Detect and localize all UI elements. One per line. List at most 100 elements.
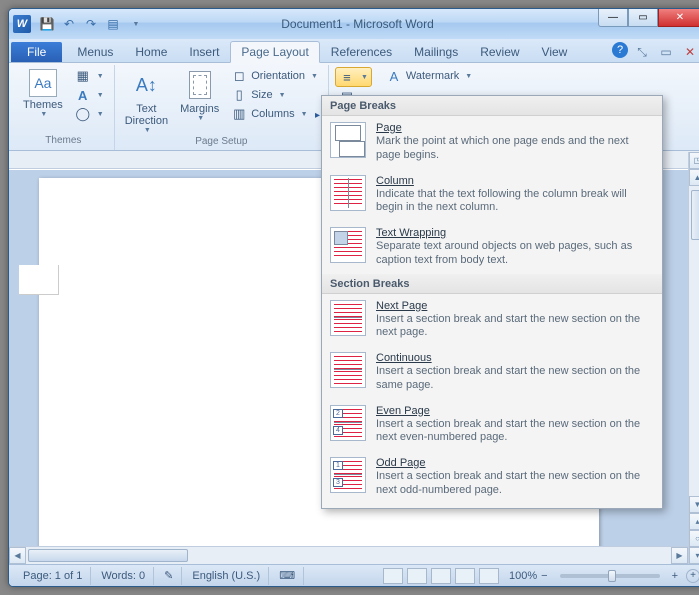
tab-view[interactable]: View xyxy=(531,41,579,62)
tab-mailings[interactable]: Mailings xyxy=(403,41,469,62)
break-text-wrapping-item[interactable]: Text Wrapping Separate text around objec… xyxy=(322,221,662,274)
item-desc: Separate text around objects on web page… xyxy=(376,240,654,268)
theme-fonts-button[interactable]: A▼ xyxy=(71,86,108,104)
selected-arrow-icon: ▸ xyxy=(315,110,320,121)
bullets-icon[interactable]: ▤ xyxy=(103,14,123,34)
zoom-in-button[interactable]: + xyxy=(672,570,678,582)
browse-object-icon[interactable]: ○ xyxy=(689,530,699,547)
watermark-button[interactable]: AWatermark▼ xyxy=(382,67,476,85)
item-desc: Insert a section break and start the new… xyxy=(376,418,654,446)
section-continuous-item[interactable]: Continuous Insert a section break and st… xyxy=(322,346,662,399)
close-doc-icon[interactable]: ✕ xyxy=(680,42,699,62)
zoom-out-button[interactable]: − xyxy=(541,570,547,582)
zoom-level[interactable]: 100% xyxy=(509,570,537,582)
tab-home[interactable]: Home xyxy=(124,41,178,62)
margins-button[interactable]: Margins ▼ xyxy=(176,67,223,136)
tab-page-layout[interactable]: Page Layout xyxy=(230,41,319,63)
size-button[interactable]: ▯Size▼ xyxy=(227,86,322,104)
item-title: Continuous xyxy=(376,352,654,364)
group-label: Themes xyxy=(19,135,108,148)
proofing-icon[interactable]: ✎ xyxy=(156,567,182,585)
item-desc: Insert a section break and start the new… xyxy=(376,365,654,393)
chevron-down-icon: ▼ xyxy=(197,115,204,122)
item-desc: Insert a section break and start the new… xyxy=(376,470,654,498)
text-direction-icon: A↕ xyxy=(130,69,162,101)
page-indicator[interactable]: Page: 1 of 1 xyxy=(15,567,91,585)
file-tab[interactable]: File xyxy=(11,42,62,62)
item-title: Next Page xyxy=(376,300,654,312)
fullscreen-view-icon[interactable] xyxy=(407,568,427,584)
break-page-item[interactable]: Page Mark the point at which one page en… xyxy=(322,116,662,169)
themes-button[interactable]: Aa Themes ▼ xyxy=(19,67,67,135)
word-count[interactable]: Words: 0 xyxy=(93,567,154,585)
minimize-button[interactable]: — xyxy=(598,9,628,27)
break-column-item[interactable]: Column Indicate that the text following … xyxy=(322,169,662,222)
section-odd-page-item[interactable]: 1 3 Odd Page Insert a section break and … xyxy=(322,451,662,504)
window-controls: — ▭ ✕ xyxy=(598,9,699,27)
ruler-toggle-icon[interactable]: ◳ xyxy=(689,152,699,169)
tab-insert[interactable]: Insert xyxy=(178,41,230,62)
odd-page-section-icon: 1 3 xyxy=(330,457,366,493)
scroll-thumb[interactable] xyxy=(28,549,188,562)
section-even-page-item[interactable]: 2 4 Even Page Insert a section break and… xyxy=(322,399,662,452)
theme-effects-button[interactable]: ◯▼ xyxy=(71,105,108,123)
scroll-thumb[interactable] xyxy=(691,190,699,240)
minimize-ribbon-icon[interactable]: ⤡ xyxy=(632,42,652,62)
item-title: Column xyxy=(376,175,654,187)
tab-references[interactable]: References xyxy=(320,41,403,62)
titlebar: W 💾 ↶ ↷ ▤ ▼ Document1 - Microsoft Word —… xyxy=(9,9,699,39)
draft-view-icon[interactable] xyxy=(479,568,499,584)
save-icon[interactable]: 💾 xyxy=(37,14,57,34)
margins-icon xyxy=(184,69,216,101)
undo-icon[interactable]: ↶ xyxy=(59,14,79,34)
text-direction-button[interactable]: A↕ TextDirection ▼ xyxy=(121,67,172,136)
dropdown-section-header: Page Breaks xyxy=(322,96,662,116)
tab-review[interactable]: Review xyxy=(469,41,530,62)
breaks-dropdown: Page Breaks Page Mark the point at which… xyxy=(321,95,663,509)
web-layout-view-icon[interactable] xyxy=(431,568,451,584)
insert-mode-icon[interactable]: ⌨ xyxy=(271,567,304,585)
item-desc: Insert a section break and start the new… xyxy=(376,313,654,341)
scroll-right-icon[interactable]: ▶ xyxy=(671,547,688,564)
continuous-section-icon xyxy=(330,352,366,388)
chevron-down-icon: ▼ xyxy=(144,127,151,134)
zoom-thumb[interactable] xyxy=(608,570,616,582)
item-title: Odd Page xyxy=(376,457,654,469)
horizontal-scrollbar[interactable]: ◀ ▶ xyxy=(9,546,688,564)
tab-menus[interactable]: Menus xyxy=(66,41,124,62)
watermark-icon: A xyxy=(386,68,402,84)
outline-view-icon[interactable] xyxy=(455,568,475,584)
maximize-button[interactable]: ▭ xyxy=(628,9,658,27)
help-icon[interactable]: ? xyxy=(612,42,628,58)
next-page-icon[interactable]: ▾ xyxy=(689,547,699,564)
section-next-page-item[interactable]: ▸ Next Page Insert a section break and s… xyxy=(322,294,662,347)
zoom-slider[interactable] xyxy=(560,574,660,578)
group-label: Page Setup xyxy=(121,136,322,149)
item-title: Page xyxy=(376,122,654,134)
margins-label: Margins xyxy=(180,103,219,115)
breaks-icon: ≡ xyxy=(339,69,355,85)
item-desc: Indicate that the text following the col… xyxy=(376,188,654,216)
prev-page-icon[interactable]: ▴ xyxy=(689,513,699,530)
columns-icon: ▥ xyxy=(231,106,247,122)
close-button[interactable]: ✕ xyxy=(658,9,699,27)
app-window: W 💾 ↶ ↷ ▤ ▼ Document1 - Microsoft Word —… xyxy=(8,8,699,587)
columns-button[interactable]: ▥Columns▼ xyxy=(227,105,322,123)
effects-icon: ◯ xyxy=(75,106,91,122)
colors-icon: ▦ xyxy=(75,68,91,84)
orientation-button[interactable]: ◻Orientation▼ xyxy=(227,67,322,85)
redo-icon[interactable]: ↷ xyxy=(81,14,101,34)
restore-window-icon[interactable]: ▭ xyxy=(656,42,676,62)
breaks-button[interactable]: ≡▼ xyxy=(335,67,372,87)
qat-customize-icon[interactable]: ▼ xyxy=(125,14,145,34)
theme-colors-button[interactable]: ▦▼ xyxy=(71,67,108,85)
language-indicator[interactable]: English (U.S.) xyxy=(184,567,269,585)
zoom-fit-icon[interactable]: + xyxy=(686,569,699,583)
scroll-down-icon[interactable]: ▼ xyxy=(689,496,699,513)
scroll-left-icon[interactable]: ◀ xyxy=(9,547,26,564)
vertical-scrollbar[interactable]: ◳ ▲ ▼ ▴ ○ ▾ xyxy=(688,152,699,564)
scroll-up-icon[interactable]: ▲ xyxy=(689,169,699,186)
print-layout-view-icon[interactable] xyxy=(383,568,403,584)
chevron-down-icon: ▼ xyxy=(40,111,47,118)
text-wrapping-break-icon xyxy=(330,227,366,263)
